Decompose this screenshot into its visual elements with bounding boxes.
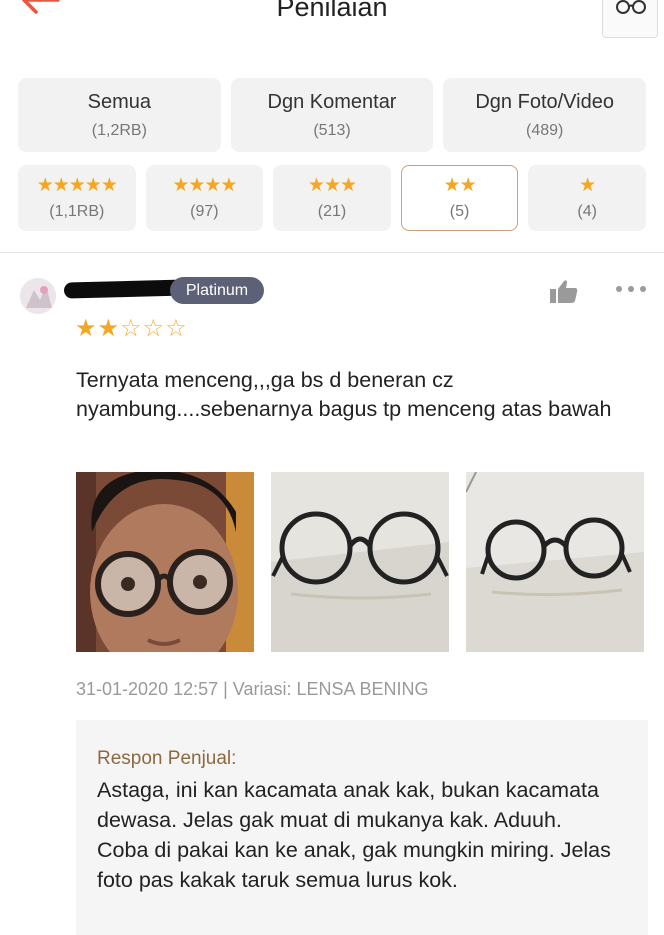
filter-count: (1,2RB): [91, 121, 147, 139]
empty-stars-icon: ☆☆☆: [120, 315, 188, 342]
review-photo-glasses-angle[interactable]: [466, 472, 644, 652]
filter-3-stars[interactable]: ★★★ (21): [273, 165, 391, 231]
filter-label: Dgn Komentar: [267, 90, 397, 113]
review-text: Ternyata menceng,,,ga bs d beneran cz ny…: [76, 368, 612, 421]
star-icons: ★★★★★: [36, 174, 118, 196]
filled-stars-icon: ★★: [75, 315, 121, 342]
avatar-image-icon: [20, 278, 56, 314]
page-title: Penilaian: [276, 0, 388, 22]
like-icon[interactable]: [549, 278, 579, 304]
star-icons: ★★: [443, 174, 477, 196]
star-filter-count: (4): [577, 202, 597, 220]
seller-response: Respon Penjual: Astaga, ini kan kacamata…: [76, 720, 648, 935]
membership-badge: Platinum: [170, 277, 264, 304]
star-filter-count: (1,1RB): [49, 202, 105, 220]
filter-count: (489): [526, 121, 564, 139]
product-thumbnail[interactable]: [602, 0, 658, 38]
filter-label: Dgn Foto/Video: [475, 90, 614, 113]
header: Penilaian: [0, 0, 664, 56]
review-photo-selfie[interactable]: [76, 472, 254, 652]
star-icons: ★★★: [307, 174, 357, 196]
filter-1-star[interactable]: ★ (4): [528, 165, 646, 231]
filter-2-stars[interactable]: ★★ (5): [400, 165, 519, 231]
filter-5-stars[interactable]: ★★★★★ (1,1RB): [18, 165, 136, 231]
filter-with-media[interactable]: Dgn Foto/Video (489): [443, 78, 647, 152]
star-icons: ★: [579, 174, 596, 196]
filter-all[interactable]: Semua (1,2RB): [18, 78, 221, 152]
review-photos: [76, 472, 648, 652]
glasses-photo-icon: [466, 472, 644, 652]
glasses-photo-icon: [271, 472, 449, 652]
more-options-icon[interactable]: [614, 283, 648, 295]
glasses-thumbnail-icon: [616, 0, 646, 14]
star-filter-count: (5): [449, 202, 470, 220]
filter-4-stars[interactable]: ★★★★ (97): [145, 165, 264, 231]
filter-tabs: Semua (1,2RB) Dgn Komentar (513) Dgn Fot…: [18, 78, 647, 152]
filter-label: Semua: [87, 90, 152, 113]
seller-response-text: Astaga, ini kan kacamata anak kak, bukan…: [97, 778, 611, 892]
seller-response-title: Respon Penjual:: [97, 748, 237, 769]
star-filter-count: (97): [190, 202, 219, 220]
star-filter-tabs: ★★★★★ (1,1RB) ★★★★ (97) ★★★ (21) ★★ (5) …: [18, 165, 646, 231]
review-rating: ★★☆☆☆: [75, 317, 188, 341]
review-photo-glasses-front[interactable]: [271, 472, 449, 652]
avatar[interactable]: [20, 278, 56, 314]
section-divider: [0, 252, 664, 253]
star-filter-count: (21): [317, 202, 347, 220]
star-icons: ★★★★: [172, 174, 237, 196]
filter-with-comments[interactable]: Dgn Komentar (513): [230, 78, 434, 152]
selfie-photo-icon: [76, 472, 254, 652]
filter-count: (513): [313, 121, 351, 139]
review-meta: 31-01-2020 12:57 | Variasi: LENSA BENING: [76, 679, 429, 699]
